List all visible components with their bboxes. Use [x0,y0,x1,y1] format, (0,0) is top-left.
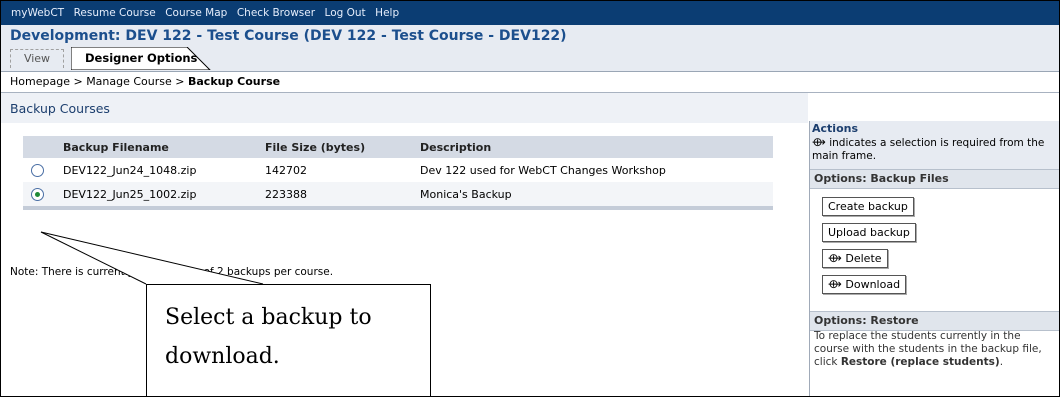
section-restore: Options: Restore [810,311,1059,331]
restore-description: To replace the students currently in the… [814,330,1054,369]
selection-required-icon: ⟴ [812,135,826,149]
download-label: Download [845,278,901,291]
callout-line-2: download. [165,344,280,369]
actions-box: Actions ⟴ indicates a selection is requi… [810,121,1059,170]
actions-desc-text: indicates a selection is required from t… [812,137,1045,162]
section-restore-title: Options: Restore [814,314,919,327]
selection-required-icon: ⟴ [828,277,842,291]
delete-button[interactable]: ⟴ Delete [822,249,888,268]
actions-title: Actions [812,122,858,135]
delete-label: Delete [845,252,882,265]
instruction-callout: Select a backup to download. [146,284,431,396]
restore-link[interactable]: Restore (replace students) [841,356,1000,368]
actions-description: ⟴ indicates a selection is required from… [812,136,1052,163]
create-backup-button[interactable]: Create backup [822,197,914,216]
upload-backup-button[interactable]: Upload backup [822,223,916,242]
restore-text-post: . [999,356,1004,368]
section-backup-files: Options: Backup Files [810,169,1059,189]
section-backup-files-title: Options: Backup Files [814,172,949,185]
app-frame: myWebCT Resume Course Course Map Check B… [0,0,1060,397]
actions-sidebar: Actions ⟴ indicates a selection is requi… [809,121,1059,396]
callout-line-1: Select a backup to [165,305,372,330]
download-button[interactable]: ⟴ Download [822,275,907,294]
selection-required-icon: ⟴ [828,251,842,265]
